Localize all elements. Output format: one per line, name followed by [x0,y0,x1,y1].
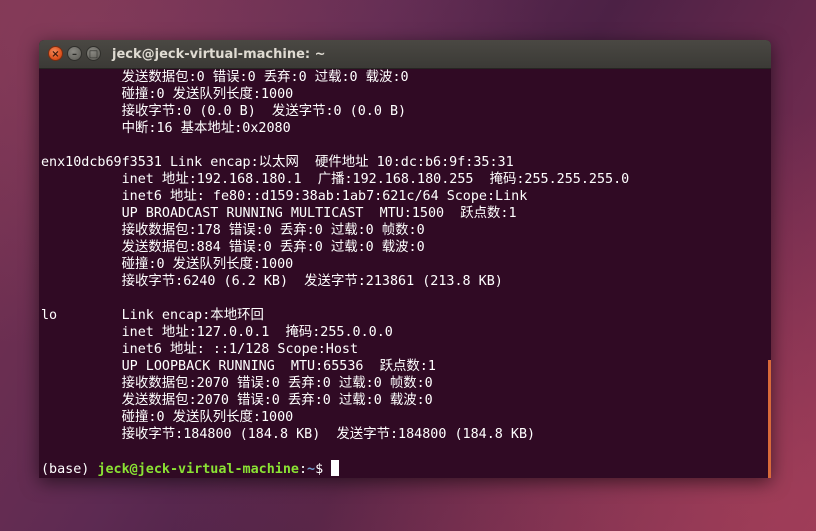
terminal-line: 接收数据包:2070 错误:0 丢弃:0 过载:0 帧数:0 [41,376,433,391]
terminal-line: inet6 地址: fe80::d159:38ab:1ab7:621c/64 S… [41,189,528,204]
terminal-line: 碰撞:0 发送队列长度:1000 [41,410,294,425]
maximize-icon: □ [88,49,99,60]
terminal-line: 发送数据包:884 错误:0 丢弃:0 过载:0 载波:0 [41,240,425,255]
terminal-line: 接收字节:184800 (184.8 KB) 发送字节:184800 (184.… [41,427,536,442]
terminal-output[interactable]: 发送数据包:0 错误:0 丢弃:0 过载:0 载波:0 碰撞:0 发送队列长度:… [41,69,765,478]
terminal-line: inet6 地址: ::1/128 Scope:Host [41,342,359,357]
prompt-env: (base) [41,462,98,477]
terminal-line: 接收字节:0 (0.0 B) 发送字节:0 (0.0 B) [41,104,407,119]
prompt-path: ~ [307,462,316,477]
scrollbar[interactable] [768,360,771,478]
window-title: jeck@jeck-virtual-machine: ~ [112,47,326,62]
terminal-line: inet 地址:192.168.180.1 广播:192.168.180.255… [41,172,630,187]
terminal-line: inet 地址:127.0.0.1 掩码:255.0.0.0 [41,325,393,340]
terminal-line: 发送数据包:0 错误:0 丢弃:0 过载:0 载波:0 [41,70,409,85]
terminal-line: 中断:16 基本地址:0x2080 [41,121,291,136]
terminal-line: UP LOOPBACK RUNNING MTU:65536 跃点数:1 [41,359,436,374]
minimize-button[interactable]: – [67,46,82,61]
text-cursor [331,460,340,476]
terminal-line: 碰撞:0 发送队列长度:1000 [41,257,294,272]
terminal-line: 接收数据包:178 错误:0 丢弃:0 过载:0 帧数:0 [41,223,425,238]
terminal-line: 碰撞:0 发送队列长度:1000 [41,87,294,102]
prompt-separator: : [298,462,308,477]
terminal-line: UP BROADCAST RUNNING MULTICAST MTU:1500 … [41,206,517,221]
terminal-window[interactable]: × – □ jeck@jeck-virtual-machine: ~ 发送数据包… [39,40,771,478]
terminal-line: lo Link encap:本地环回 [41,308,264,323]
terminal-line: enx10dcb69f3531 Link encap:以太网 硬件地址 10:d… [41,155,514,170]
window-titlebar[interactable]: × – □ jeck@jeck-virtual-machine: ~ [39,40,771,69]
maximize-button[interactable]: □ [86,46,101,61]
prompt-line[interactable]: (base) jeck@jeck-virtual-machine:~$ [41,460,340,477]
terminal-line: 发送数据包:2070 错误:0 丢弃:0 过载:0 载波:0 [41,393,433,408]
close-icon: × [51,49,60,60]
close-button[interactable]: × [48,46,63,61]
prompt-symbol: $ [315,462,332,477]
terminal-line: 接收字节:6240 (6.2 KB) 发送字节:213861 (213.8 KB… [41,274,503,289]
minimize-icon: – [72,49,77,60]
prompt-user-host: jeck@jeck-virtual-machine [97,462,299,477]
